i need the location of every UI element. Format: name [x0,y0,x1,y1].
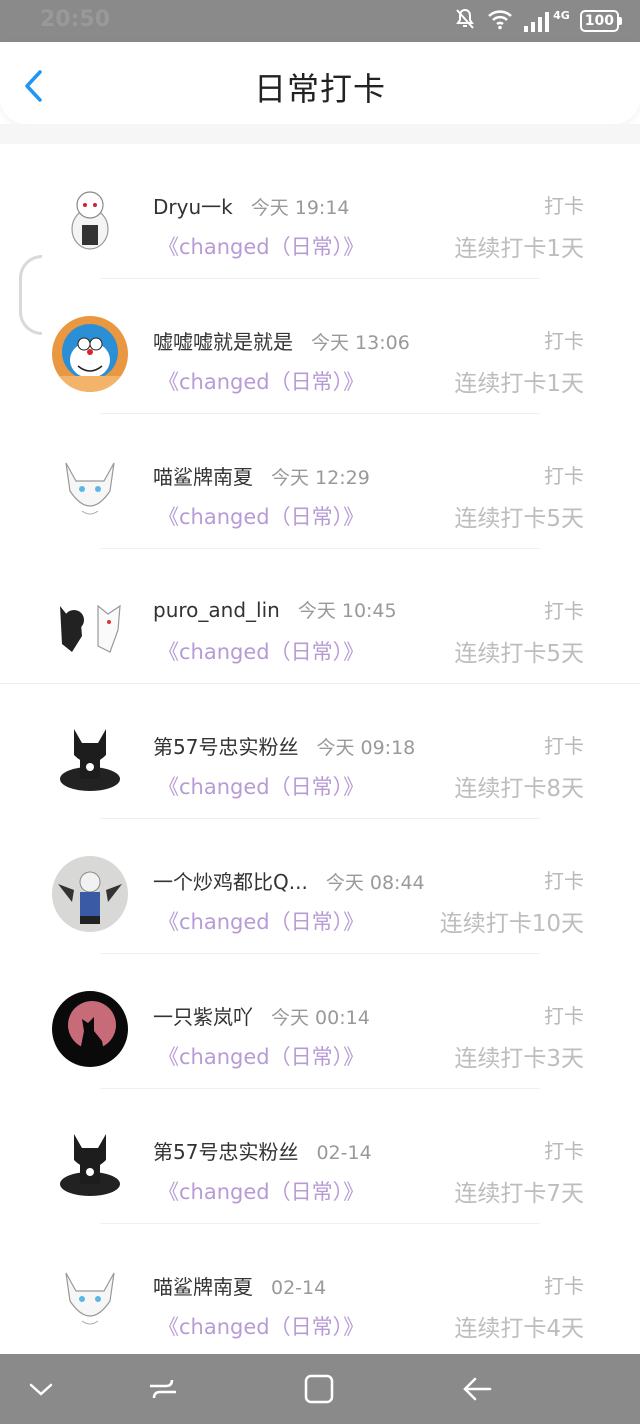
avatar[interactable] [52,856,128,932]
checkin-action[interactable]: 打卡 [544,1000,584,1029]
list-item[interactable]: 一只紫岚吖 今天 00:14 《changed（日常）》 打卡 连续打卡3天 [0,954,640,1089]
avatar[interactable] [52,586,128,662]
checkin-action[interactable]: 打卡 [544,595,584,624]
avatar[interactable] [52,721,128,797]
streak-count: 连续打卡4天 [454,1316,584,1342]
chevron-down-icon[interactable] [24,1372,58,1406]
home-icon[interactable] [302,1372,336,1406]
checkin-time: 今天 13:06 [311,332,410,354]
avatar[interactable] [52,1126,128,1202]
streak-count: 连续打卡5天 [454,506,584,532]
user-name: Dryu一k 今天 19:14 [153,195,350,219]
book-tag[interactable]: 《changed（日常）》 [158,636,364,666]
avatar[interactable] [52,991,128,1067]
user-name: puro_and_lin 今天 10:45 [153,598,397,622]
status-icons: 4G 100 [453,8,622,34]
list-item[interactable]: 第57号忠实粉丝 02-14 《changed（日常）》 打卡 连续打卡7天 [0,1089,640,1224]
checkin-time: 02-14 [316,1142,372,1164]
system-nav-bar [0,1354,640,1424]
page-header: 日常打卡 [0,42,640,124]
list-item[interactable]: 喵鲨牌南夏 今天 12:29 《changed（日常）》 打卡 连续打卡5天 [0,414,640,549]
wifi-icon [487,8,513,34]
list-item[interactable]: 一个炒鸡都比Q... 今天 08:44 《changed（日常）》 打卡 连续打卡… [0,819,640,954]
book-tag[interactable]: 《changed（日常）》 [158,501,364,531]
checkin-list: Dryu一k 今天 19:14 《changed（日常）》 打卡 连续打卡1天 嘘… [0,144,640,1359]
book-tag[interactable]: 《changed（日常）》 [158,1176,364,1206]
book-tag[interactable]: 《changed（日常）》 [158,1041,364,1071]
book-tag[interactable]: 《changed（日常）》 [158,771,364,801]
signal-icon: 4G [523,10,570,33]
list-item[interactable]: 嘘嘘嘘就是就是 今天 13:06 《changed（日常）》 打卡 连续打卡1天 [0,279,640,414]
user-name: 喵鲨牌南夏 02-14 [153,1275,327,1299]
checkin-action[interactable]: 打卡 [544,1270,584,1299]
streak-count: 连续打卡7天 [454,1181,584,1207]
battery-icon: 100 [579,10,622,32]
book-tag[interactable]: 《changed（日常）》 [158,231,364,261]
user-name: 一个炒鸡都比Q... 今天 08:44 [153,870,425,894]
checkin-action[interactable]: 打卡 [544,190,584,219]
user-name: 一只紫岚吖 今天 00:14 [153,1005,370,1029]
book-tag[interactable]: 《changed（日常）》 [158,366,364,396]
streak-count: 连续打卡3天 [454,1046,584,1072]
status-bar: 20:50 4G 100 [0,0,640,42]
avatar[interactable] [52,181,128,257]
status-time: 20:50 [40,7,111,32]
avatar[interactable] [52,316,128,392]
user-name: 嘘嘘嘘就是就是 今天 13:06 [153,330,410,354]
page-title: 日常打卡 [253,70,386,108]
back-arrow-icon[interactable] [460,1372,494,1406]
list-item[interactable]: 喵鲨牌南夏 02-14 《changed（日常）》 打卡 连续打卡4天 [0,1224,640,1359]
recent-apps-icon[interactable] [146,1372,180,1406]
user-name: 第57号忠实粉丝 今天 09:18 [153,735,416,759]
streak-count: 连续打卡1天 [454,371,584,397]
streak-count: 连续打卡10天 [439,911,584,937]
user-name: 喵鲨牌南夏 今天 12:29 [153,465,370,489]
checkin-time: 02-14 [271,1277,327,1299]
battery-level: 100 [579,10,619,32]
user-name: 第57号忠实粉丝 02-14 [153,1140,372,1164]
checkin-time: 今天 10:45 [297,600,397,622]
list-item[interactable]: 第57号忠实粉丝 今天 09:18 《changed（日常）》 打卡 连续打卡8天 [0,684,640,819]
checkin-time: 今天 09:18 [316,737,416,759]
checkin-time: 今天 12:29 [271,467,370,489]
checkin-time: 今天 19:14 [250,197,350,219]
book-tag[interactable]: 《changed（日常）》 [158,1311,364,1341]
checkin-action[interactable]: 打卡 [544,325,584,354]
network-type: 4G [553,8,570,22]
list-item[interactable]: Dryu一k 今天 19:14 《changed（日常）》 打卡 连续打卡1天 [0,144,640,279]
checkin-time: 今天 08:44 [325,872,425,894]
header-spacer [0,124,640,144]
checkin-action[interactable]: 打卡 [544,865,584,894]
streak-count: 连续打卡5天 [454,641,584,667]
streak-count: 连续打卡1天 [454,236,584,262]
checkin-action[interactable]: 打卡 [544,730,584,759]
mute-bell-icon [453,7,477,35]
checkin-time: 今天 00:14 [271,1007,370,1029]
book-tag[interactable]: 《changed（日常）》 [158,906,364,936]
streak-count: 连续打卡8天 [454,776,584,802]
checkin-action[interactable]: 打卡 [544,460,584,489]
avatar[interactable] [52,451,128,527]
checkin-action[interactable]: 打卡 [544,1135,584,1164]
list-item[interactable]: puro_and_lin 今天 10:45 《changed（日常）》 打卡 连续… [0,549,640,684]
avatar[interactable] [52,1261,128,1337]
